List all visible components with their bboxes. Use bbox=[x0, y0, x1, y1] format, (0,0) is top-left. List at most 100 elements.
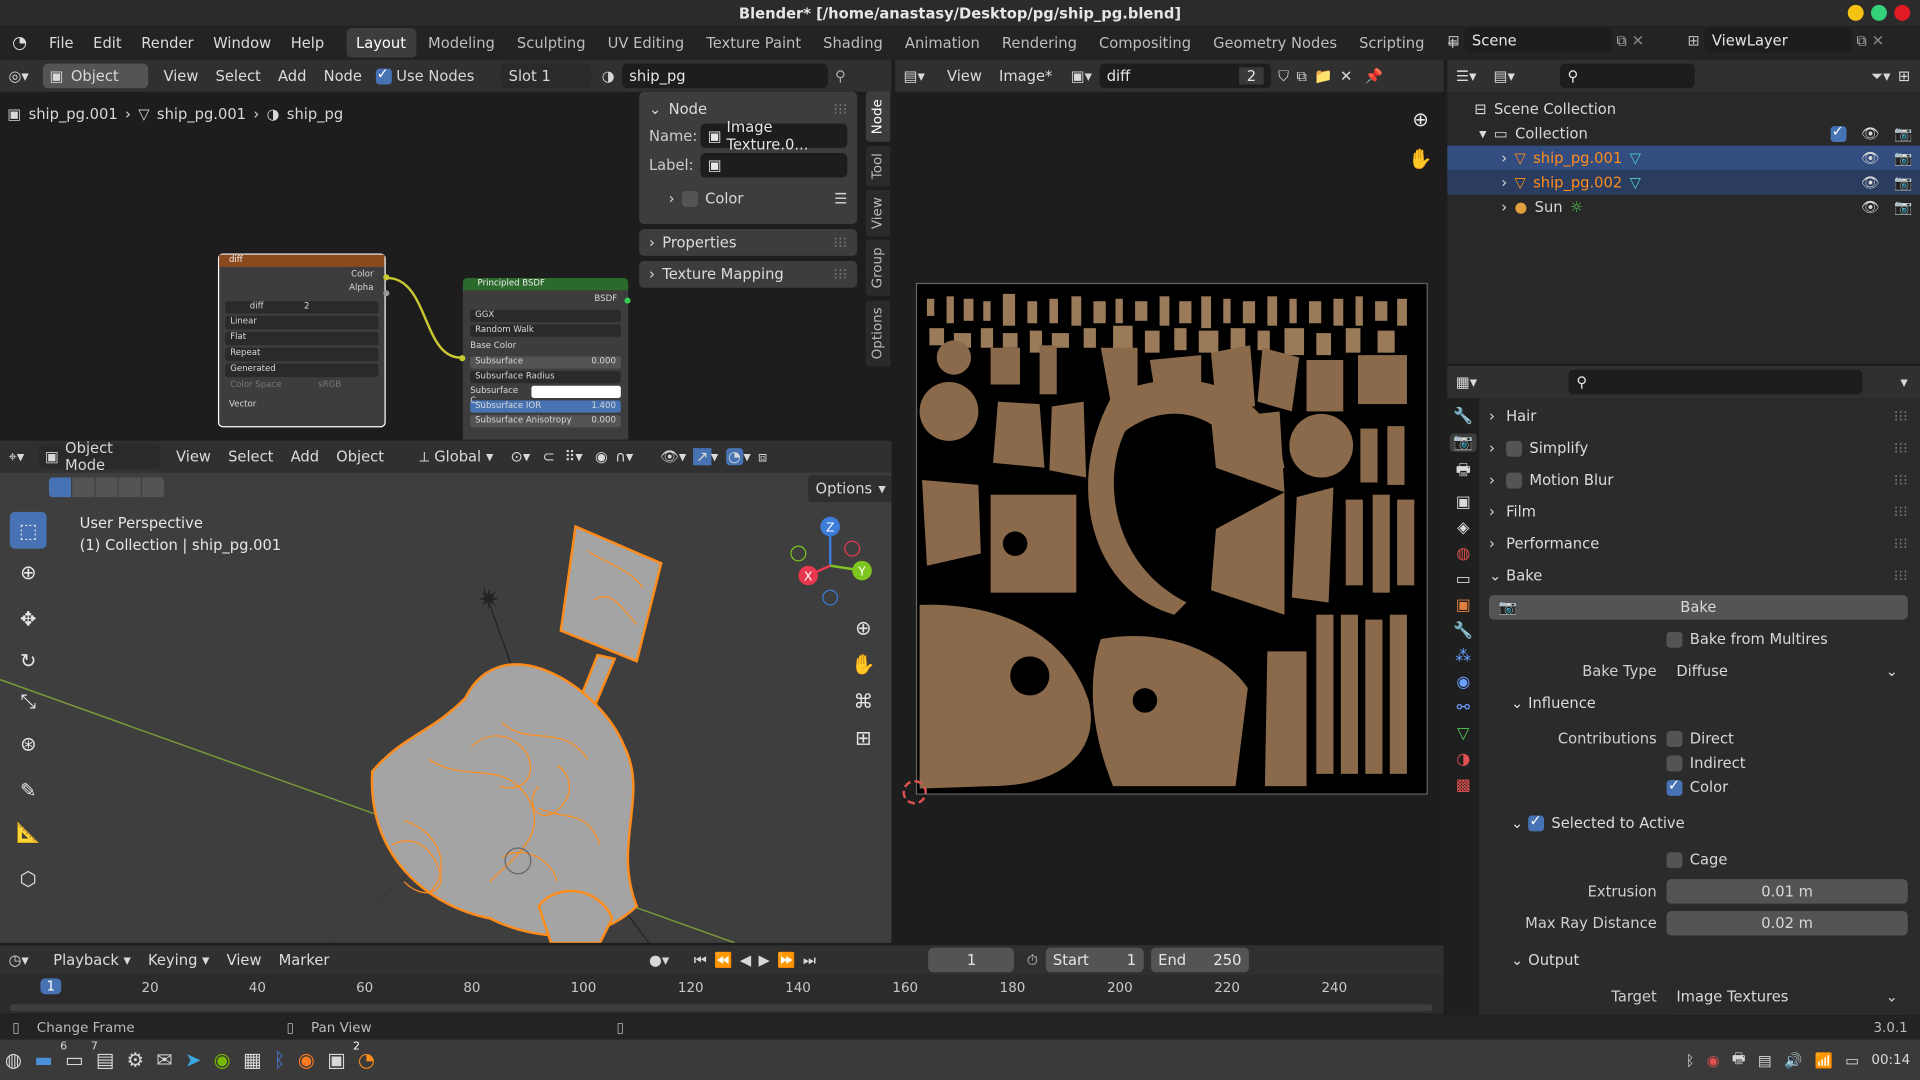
wifi-icon[interactable]: 📶 bbox=[1815, 1051, 1833, 1068]
drag-handle-icon[interactable]: ⁝⁝⁝ bbox=[1894, 471, 1908, 488]
open-image-icon[interactable]: 📁 bbox=[1314, 67, 1332, 84]
eye-icon[interactable]: 👁 bbox=[1861, 174, 1880, 191]
source-dropdown[interactable]: Generated bbox=[225, 363, 379, 378]
image-name-field[interactable]: diff 2 bbox=[1099, 63, 1271, 89]
menu-render[interactable]: Render bbox=[131, 26, 203, 60]
new-scene-icon[interactable]: ⧉ bbox=[1616, 31, 1627, 49]
list-icon[interactable]: ☰ bbox=[834, 190, 847, 207]
section-performance[interactable]: › Performance ⁝⁝⁝ bbox=[1489, 528, 1908, 560]
delete-scene-icon[interactable]: ✕ bbox=[1632, 32, 1644, 49]
pin-icon[interactable]: 📌 bbox=[1365, 67, 1383, 84]
menu-image[interactable]: Image* bbox=[990, 67, 1061, 84]
section-simplify[interactable]: › Simplify ⁝⁝⁝ bbox=[1489, 432, 1908, 464]
max-ray-distance-field[interactable]: 0.02 m bbox=[1666, 911, 1908, 936]
editor-type-icon[interactable]: ▦▾ bbox=[1447, 373, 1485, 390]
menu-window[interactable]: Window bbox=[203, 26, 281, 60]
clock[interactable]: 00:14 bbox=[1871, 1052, 1910, 1068]
viewlayer-field[interactable]: ViewLayer bbox=[1704, 28, 1852, 53]
camera-render-icon[interactable]: 📷 bbox=[1894, 198, 1912, 215]
navigation-gizmo[interactable]: Z Y X bbox=[784, 514, 882, 612]
add-cube-icon[interactable]: ⬡ bbox=[10, 860, 47, 897]
data-tab-icon[interactable]: ▽ bbox=[1457, 725, 1469, 743]
subsurface-anisotropy-slider[interactable]: Subsurface Anisotropy 0.000 bbox=[470, 415, 621, 428]
document-viewer-icon[interactable]: ▦ bbox=[243, 1048, 262, 1071]
properties-panel-header[interactable]: › Properties ⁝⁝⁝ bbox=[639, 228, 858, 256]
playback-controls[interactable]: ⏮⏪◀▶⏩⏭ bbox=[694, 951, 824, 969]
subsurface-color-row[interactable]: Subsurface C... bbox=[470, 385, 621, 405]
display-mode-icon[interactable]: ▤▾ bbox=[1485, 67, 1523, 84]
material-tab-icon[interactable]: ◑ bbox=[1456, 751, 1470, 769]
eye-icon[interactable]: 👁 bbox=[1861, 125, 1880, 142]
extrusion-field[interactable]: 0.01 m bbox=[1666, 879, 1908, 904]
section-influence[interactable]: ⌄ Influence bbox=[1489, 687, 1908, 719]
timeline-scrollbar[interactable] bbox=[9, 1004, 1433, 1012]
section-selected-to-active[interactable]: ⌄Selected to Active bbox=[1489, 807, 1908, 839]
update-tray-icon[interactable]: ◉ bbox=[1707, 1051, 1720, 1068]
drag-handle-icon[interactable]: ⁝⁝⁝ bbox=[1894, 440, 1908, 457]
volume-icon[interactable]: 🔊 bbox=[1784, 1051, 1802, 1068]
tab-modeling[interactable]: Modeling bbox=[418, 28, 504, 57]
selected-mesh[interactable] bbox=[355, 514, 673, 943]
firefox-icon[interactable]: ◉ bbox=[298, 1048, 315, 1071]
menu-file[interactable]: File bbox=[39, 26, 83, 60]
system-menu-icon[interactable]: ◍ bbox=[5, 1048, 22, 1071]
tab-rendering[interactable]: Rendering bbox=[992, 28, 1087, 57]
drag-handle-icon[interactable]: ⁝⁝⁝ bbox=[1894, 408, 1908, 425]
exclude-checkbox[interactable] bbox=[1830, 122, 1847, 142]
extension-dropdown[interactable]: Repeat bbox=[225, 347, 379, 362]
sun-light-icon[interactable]: ✷ bbox=[478, 585, 501, 616]
fake-user-icon[interactable]: ⛉ bbox=[1278, 67, 1289, 85]
bake-type-dropdown[interactable]: Diffuse ⌄ bbox=[1666, 658, 1908, 684]
desktop-icon[interactable]: ▬ bbox=[34, 1048, 53, 1071]
camera-icon[interactable]: ⌘ bbox=[847, 686, 879, 715]
tab-animation[interactable]: Animation bbox=[895, 28, 990, 57]
camera-render-icon[interactable]: 📷 bbox=[1894, 149, 1912, 166]
camera-render-icon[interactable]: 📷 bbox=[1894, 174, 1912, 191]
tab-sculpting[interactable]: Sculpting bbox=[507, 28, 595, 57]
scale-icon[interactable]: ⤡ bbox=[10, 683, 47, 720]
zoom-icon[interactable]: ⊕ bbox=[1404, 104, 1436, 133]
eye-icon[interactable]: 👁 bbox=[1861, 149, 1880, 166]
nvidia-icon[interactable]: ◉ bbox=[214, 1048, 231, 1071]
tab-view[interactable]: View bbox=[865, 189, 891, 237]
material-name-field[interactable]: ship_pg bbox=[621, 63, 828, 89]
tab-options[interactable]: Options bbox=[865, 299, 891, 367]
pan-hand-icon[interactable]: ✋ bbox=[847, 649, 879, 678]
software-center-icon[interactable]: ▣ bbox=[327, 1048, 346, 1071]
editor-type-icon[interactable]: ▤▾ bbox=[895, 67, 933, 84]
unlink-icon[interactable]: ✕ bbox=[1340, 67, 1352, 84]
selected-to-active-checkbox[interactable] bbox=[1528, 811, 1545, 831]
measure-icon[interactable]: 📐 bbox=[10, 813, 47, 850]
motion-blur-checkbox[interactable] bbox=[1506, 472, 1523, 488]
menu-playback[interactable]: Playback ▾ bbox=[45, 951, 140, 968]
blender-taskbar-icon[interactable]: ◔ 2 bbox=[353, 1041, 375, 1072]
world-tab-icon[interactable]: ◍ bbox=[1456, 545, 1470, 563]
node-panel-header[interactable]: ⌄ Node ⁝⁝⁝ bbox=[649, 97, 847, 121]
tree-row-sun[interactable]: › ● Sun ☼ 👁 📷 bbox=[1447, 195, 1920, 219]
tree-row-ship-pg-001[interactable]: › ▽ ship_pg.001 ▽ 👁 📷 bbox=[1447, 145, 1920, 171]
image-field[interactable]: diff 2 bbox=[225, 301, 379, 314]
node-label-field[interactable]: ▣ bbox=[700, 153, 848, 178]
settings-app-icon[interactable]: ⚙ bbox=[127, 1048, 145, 1071]
drag-handle-icon[interactable]: ⁝⁝⁝ bbox=[1894, 503, 1908, 520]
start-frame-field[interactable]: Start 1 bbox=[1045, 947, 1144, 973]
cursor-icon[interactable]: ⊕ bbox=[10, 553, 47, 590]
tab-scripting[interactable]: Scripting bbox=[1349, 28, 1434, 57]
section-hair[interactable]: › Hair ⁝⁝⁝ bbox=[1489, 400, 1908, 432]
color-socket[interactable] bbox=[383, 274, 390, 281]
maximize-button[interactable] bbox=[1871, 4, 1887, 21]
move-icon[interactable]: ✥ bbox=[10, 600, 47, 637]
drag-handle-icon[interactable]: ⁝⁝⁝ bbox=[833, 266, 847, 283]
zoom-icon[interactable]: ⊕ bbox=[847, 612, 879, 641]
drag-handle-icon[interactable]: ⁝⁝⁝ bbox=[833, 234, 847, 251]
section-motion-blur[interactable]: › Motion Blur ⁝⁝⁝ bbox=[1489, 464, 1908, 496]
bluetooth-app-icon[interactable]: ᛒ bbox=[274, 1048, 286, 1071]
collection-tab-icon[interactable]: ▭ bbox=[1456, 571, 1471, 589]
particles-tab-icon[interactable]: ⁂ bbox=[1455, 648, 1471, 666]
properties-search[interactable]: ⚲ bbox=[1569, 369, 1863, 395]
image-texture-node[interactable]: diff Color Alpha diff 2 Linear Flat Repea… bbox=[217, 253, 386, 428]
menu-edit[interactable]: Edit bbox=[83, 26, 131, 60]
new-image-icon[interactable]: ⧉ bbox=[1297, 67, 1308, 85]
drag-handle-icon[interactable]: ⁝⁝⁝ bbox=[833, 100, 847, 117]
blender-logo-icon[interactable]: ◔ bbox=[0, 33, 39, 53]
